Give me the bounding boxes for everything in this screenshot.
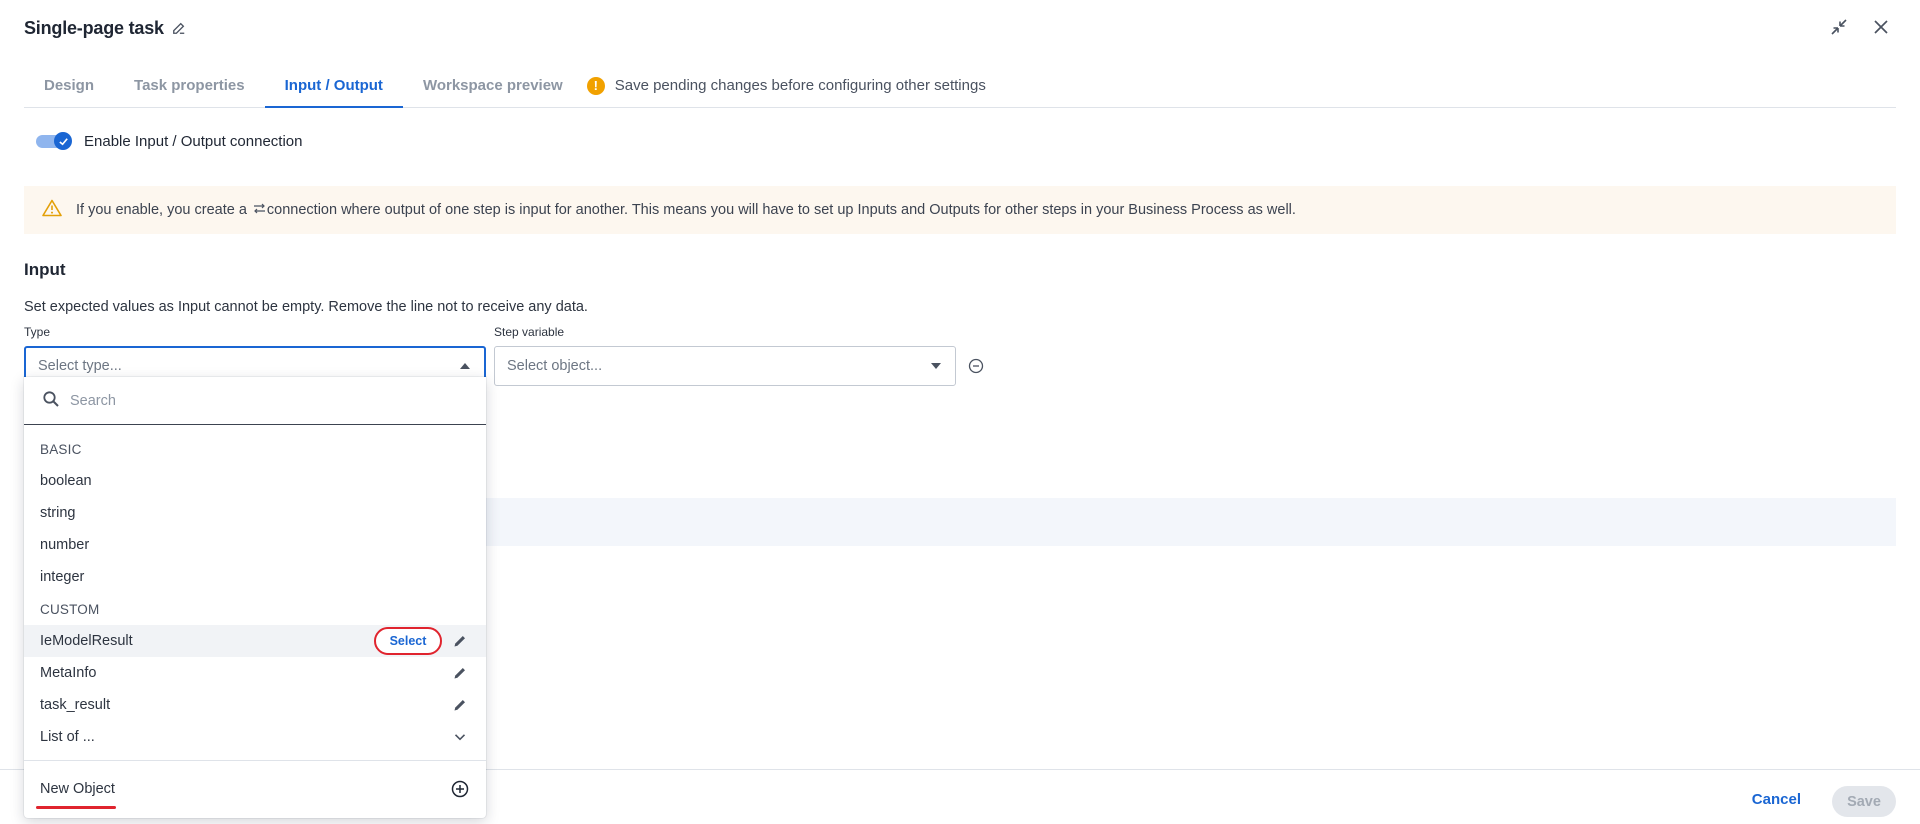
io-connection-toggle[interactable] bbox=[36, 132, 72, 150]
connection-alert: If you enable, you create a connection w… bbox=[24, 186, 1896, 234]
dropdown-search-input[interactable] bbox=[70, 392, 450, 409]
list-item-list-of[interactable]: List of ... bbox=[24, 721, 486, 753]
list-item-task-result[interactable]: task_result bbox=[24, 689, 486, 721]
select-button[interactable]: Select bbox=[374, 627, 442, 655]
input-section-description: Set expected values as Input cannot be e… bbox=[24, 299, 588, 315]
toggle-label: Enable Input / Output connection bbox=[84, 132, 303, 150]
page-title: Single-page task bbox=[24, 18, 164, 38]
dropdown-search bbox=[24, 377, 486, 425]
dropdown-list: BASIC boolean string number integer CUST… bbox=[24, 433, 486, 753]
io-connection-toggle-row: Enable Input / Output connection bbox=[36, 132, 303, 150]
caret-up-icon bbox=[460, 363, 470, 369]
type-dropdown-menu: BASIC boolean string number integer CUST… bbox=[24, 377, 486, 818]
chevron-down-icon[interactable] bbox=[452, 729, 468, 745]
tab-bar: Design Task properties Input / Output Wo… bbox=[24, 64, 1896, 108]
edit-pencil-icon[interactable] bbox=[452, 697, 468, 713]
group-header-custom: CUSTOM bbox=[40, 601, 100, 617]
remove-line-icon[interactable] bbox=[966, 356, 986, 376]
type-label: Type bbox=[24, 325, 51, 339]
group-header-basic: BASIC bbox=[40, 441, 82, 457]
edit-title-icon[interactable] bbox=[172, 21, 188, 37]
save-button[interactable]: Save bbox=[1832, 786, 1896, 817]
tab-design[interactable]: Design bbox=[24, 64, 114, 107]
pending-changes-text: Save pending changes before configuring … bbox=[614, 77, 986, 94]
list-item-string[interactable]: string bbox=[24, 497, 486, 529]
step-variable-placeholder: Select object... bbox=[507, 358, 603, 374]
pending-changes-warning: ! Save pending changes before configurin… bbox=[586, 64, 986, 107]
list-item-integer[interactable]: integer bbox=[24, 561, 486, 593]
add-circle-icon[interactable] bbox=[450, 779, 470, 799]
close-icon[interactable] bbox=[1870, 16, 1892, 38]
highlight-underline bbox=[36, 806, 116, 809]
search-icon bbox=[42, 390, 60, 412]
dialog-header: Single-page task bbox=[24, 18, 188, 39]
step-variable-label: Step variable bbox=[494, 325, 565, 339]
edit-pencil-icon[interactable] bbox=[452, 665, 468, 681]
tab-input-output[interactable]: Input / Output bbox=[264, 64, 404, 108]
check-icon bbox=[54, 132, 72, 150]
type-select-placeholder: Select type... bbox=[38, 358, 122, 374]
alert-text: If you enable, you create a connection w… bbox=[76, 201, 1296, 218]
list-item-metainfo[interactable]: MetaInfo bbox=[24, 657, 486, 689]
minimize-icon[interactable] bbox=[1828, 16, 1850, 38]
input-section-title: Input bbox=[24, 260, 66, 279]
dropdown-divider bbox=[24, 760, 486, 761]
step-variable-select[interactable]: Select object... bbox=[494, 346, 956, 386]
edit-pencil-icon[interactable] bbox=[452, 633, 468, 649]
connection-icon bbox=[253, 202, 266, 218]
list-item-iemodelresult[interactable]: IeModelResult Select bbox=[24, 625, 486, 657]
cancel-button[interactable]: Cancel bbox=[1752, 791, 1801, 808]
list-item-number[interactable]: number bbox=[24, 529, 486, 561]
list-item-boolean[interactable]: boolean bbox=[24, 465, 486, 497]
window-controls bbox=[1828, 16, 1892, 38]
warning-icon: ! bbox=[586, 76, 605, 95]
caret-down-icon bbox=[931, 363, 941, 369]
tab-task-properties[interactable]: Task properties bbox=[114, 64, 265, 107]
warning-triangle-icon bbox=[42, 199, 62, 221]
tab-workspace-preview[interactable]: Workspace preview bbox=[403, 64, 583, 107]
new-object-item[interactable]: New Object bbox=[24, 771, 486, 809]
new-object-label: New Object bbox=[40, 781, 115, 797]
